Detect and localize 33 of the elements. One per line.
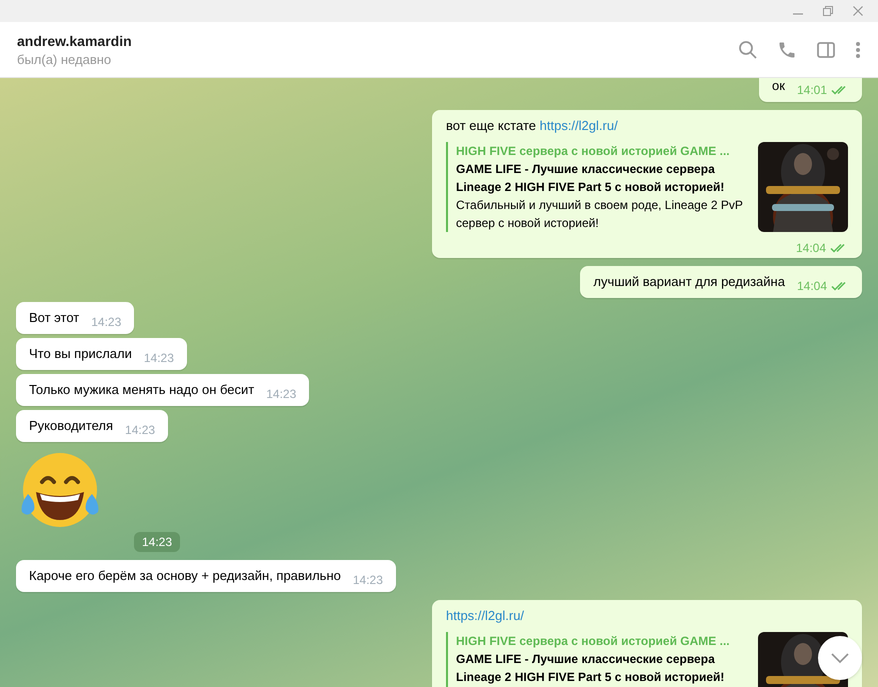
- message-text: лучший вариант для редизайна: [593, 273, 785, 291]
- message-text: вот еще кстате: [446, 118, 538, 133]
- preview-title: GAME LIFE - Лучшие классические сервера Lineage 2 HIGH FIVE Part 5 с новой историей!: [456, 651, 726, 686]
- restore-icon[interactable]: [822, 5, 834, 17]
- contact-name: andrew.kamardin: [17, 32, 133, 50]
- message-time: 14:23: [125, 422, 156, 439]
- chevron-down-icon: [830, 652, 850, 664]
- message-text: Кароче его берём за основу + редизайн, правильно: [29, 567, 341, 585]
- more-icon[interactable]: [855, 40, 861, 60]
- close-icon[interactable]: [852, 5, 864, 17]
- message-link[interactable]: https://l2gl.ru/: [446, 608, 524, 623]
- message-time: 14:23: [91, 314, 122, 331]
- message-link[interactable]: https://l2gl.ru/: [540, 118, 618, 133]
- search-icon[interactable]: [738, 40, 758, 60]
- preview-title: GAME LIFE - Лучшие классические сервера Lineage 2 HIGH FIVE Part 5 с новой историей!: [456, 161, 726, 196]
- message-text: Что вы прислали: [29, 345, 132, 363]
- message-time: 14:23: [134, 532, 180, 552]
- contact-status: был(а) недавно: [17, 50, 112, 68]
- phone-icon[interactable]: [777, 40, 797, 60]
- preview-site: HIGH FIVE сервера с новой историей GAME ...: [456, 633, 731, 650]
- message-text: Только мужика менять надо он бесит: [29, 381, 254, 399]
- sidebar-icon[interactable]: [816, 40, 836, 60]
- message-time: 14:04: [796, 278, 827, 295]
- preview-description: Стабильный и лучший в своем роде, Lineage 2 PvP сервер с новой историей!: [456, 197, 744, 232]
- message-time: 14:23: [144, 350, 174, 367]
- message-text: ок: [772, 78, 785, 95]
- message-text: Руководителя: [29, 417, 114, 435]
- message-time: 14:23: [352, 572, 383, 589]
- message-time: 14:23: [266, 386, 296, 403]
- message-time: 14:01: [796, 82, 827, 99]
- preview-site: HIGH FIVE сервера с новой историей GAME ...: [456, 143, 731, 160]
- message-time: 14:04: [796, 240, 826, 257]
- message-text: Вот этот: [29, 309, 80, 327]
